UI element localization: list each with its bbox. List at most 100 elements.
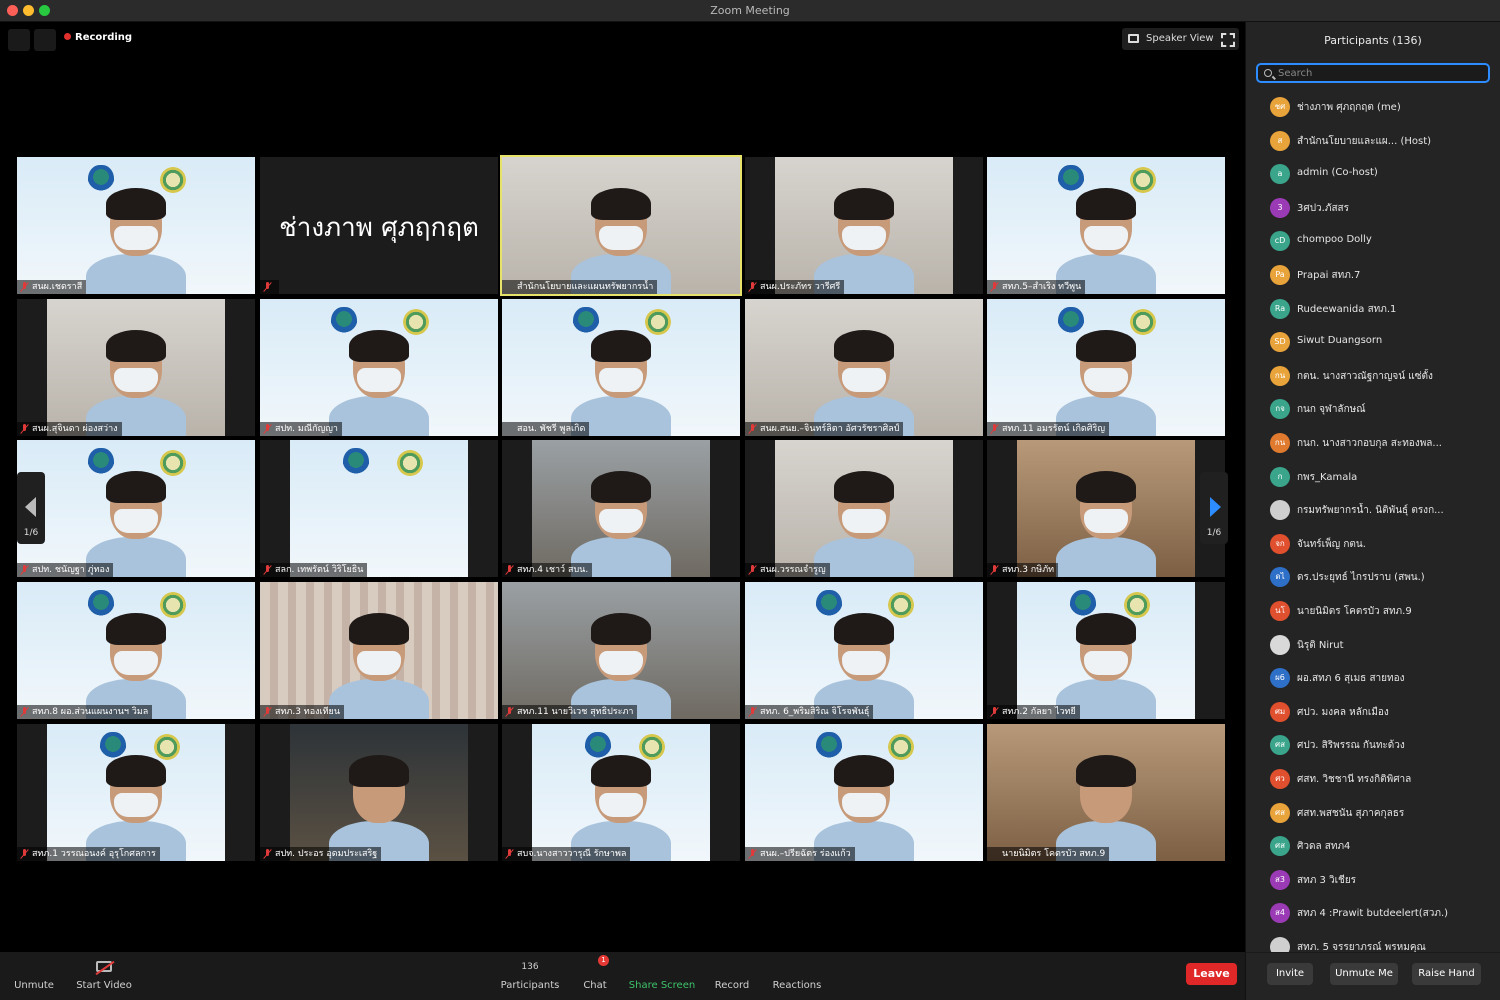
participant-video [987,157,1225,294]
video-tile[interactable]: สทภ.5–สำเริง ทวีพูน [987,157,1225,294]
participant-video [987,724,1225,861]
speaker-view-button[interactable]: Speaker View [1122,28,1222,50]
video-tile[interactable]: สปท. มณีกัญญา [260,299,498,436]
video-tile[interactable]: สนผ.สุจินดา ผ่องสว่าง [17,299,255,436]
participant-row[interactable]: ดไ ดร.ประยุทธ์ ไกรปราบ (สพน.) [1246,562,1500,595]
participants-panel: Participants (136) ชศ ช่างภาพ ศุภฤกฤต (me… [1245,22,1500,1000]
raise-hand-button[interactable]: Raise Hand [1412,963,1481,985]
face-mask-shape [357,368,401,392]
participant-name: chompoo Dolly [1297,234,1372,246]
share-screen-button[interactable]: Share Screen [628,952,696,1000]
video-tile[interactable]: สอน. พัชรี พูลเกิด [502,299,740,436]
participant-row[interactable]: Pa Prapai สทภ.7 [1246,260,1500,293]
video-tile[interactable]: สลก. เทพรัตน์ วิริโยธิน [260,440,498,577]
participant-figure [809,609,919,719]
participant-name: สทภ 3 วิเชียร [1297,874,1357,886]
participant-row[interactable]: cD chompoo Dolly [1246,226,1500,259]
participant-row[interactable]: กน กตน. นางสาวณัฐกาญจน์ แซ่ตั้ง [1246,361,1500,394]
video-tile[interactable]: สทภ.11 อมรรัตน์ เกิดศิริญ [987,299,1225,436]
participant-row[interactable]: ศส ศสท.พสชนัน สุภาคกุลธร [1246,798,1500,831]
participant-figure [81,326,191,436]
participant-name-label: สนผ.สุจินดา ผ่องสว่าง [17,422,122,436]
participant-row[interactable]: จก จันทร์เพ็ญ กตน. [1246,529,1500,562]
start-video-button[interactable]: Start Video [76,952,132,1000]
participant-row[interactable]: ศส ศปว. สิริพรรณ กันทะด้วง [1246,730,1500,763]
hair-shape [591,613,651,645]
meeting-info-icon[interactable] [34,29,56,51]
video-tile[interactable]: ช่างภาพ ศุภฤกฤต [260,157,498,294]
participant-name-label: สลก. เทพรัตน์ วิริโยธิน [260,563,368,577]
record-button[interactable]: Record [712,952,752,1000]
participant-row[interactable]: กรมทรัพยากรน้ำ. นิติพันธุ์ ตรงก... [1246,495,1500,528]
video-tile[interactable]: สทภ.1 วรรณอนงค์ อุรุโกศลการ [17,724,255,861]
video-tile[interactable]: สทภ.11 นายวิเวช สุทธิประภา [502,582,740,719]
hair-shape [106,188,166,220]
participant-row[interactable]: ส สำนักนโยบายและแผ... (Host) [1246,126,1500,159]
video-tile[interactable]: นายนิมิตร โคตรบัว สทภ.9 [987,724,1225,861]
video-tile[interactable]: สทภ.2 กัลยา ไวทยี [987,582,1225,719]
reactions-button[interactable]: Reactions [770,952,824,1000]
participant-row[interactable]: ส3 สทภ 3 วิเชียร [1246,865,1500,898]
chat-button[interactable]: 1 Chat [578,952,612,1000]
participant-figure [81,184,191,294]
participant-row[interactable]: นิรุติ Nirut [1246,630,1500,663]
video-tile[interactable]: สำนักนโยบายและแผนทรัพยากรน้ำ [500,155,742,296]
participant-row[interactable]: กน กนก. นางสาวกอบกุล สะทองพล... [1246,428,1500,461]
participant-row[interactable]: ศว ศสท. วิชชานี ทรงกิติพิศาล [1246,764,1500,797]
previous-page-button[interactable]: 1/6 [17,472,45,544]
next-page-button[interactable]: 1/6 [1200,472,1228,544]
video-tile[interactable]: สนผ.สนย.–จินทร์ลิตา อัศวรัชราศิลป์ [745,299,983,436]
participant-figure [566,609,676,719]
video-tile[interactable]: สทภ. 6_พริมสิริณ จิโรจพันธุ์ [745,582,983,719]
participant-video [987,299,1225,436]
face-mask-shape [599,509,643,533]
video-tile[interactable]: สปท. ประอร อุดมประเสริฐ [260,724,498,861]
participant-row[interactable]: ศส ศิวดล สทภ4 [1246,831,1500,864]
muted-mic-icon [990,707,999,717]
hair-shape [591,330,651,362]
leave-button[interactable]: Leave [1186,963,1237,985]
participant-row[interactable]: 3 3ศปว.ภัสสร [1246,193,1500,226]
video-tile[interactable]: สทภ.3 กษิภัท [987,440,1225,577]
video-tile[interactable]: สนผ.–ปรียฉัตร ร่องแก้ว [745,724,983,861]
participant-row[interactable]: ส4 สทภ 4 :Prawit butdeelert(สวภ.) [1246,898,1500,931]
video-tile[interactable]: สทภ.8 ผอ.ส่วนแผนงานฯ วิมล [17,582,255,719]
participant-row[interactable]: สทภ. 5 จรรยาภรณ์ พรหมคุณ [1246,932,1500,952]
video-tile[interactable]: สนผ.วรรณจำรูญ [745,440,983,577]
video-tile[interactable]: สนผ.ประภัทร วารีศรี [745,157,983,294]
face-mask-shape [1084,651,1128,675]
participant-name: นายนิมิตร โคตรบัว สทภ.9 [1297,606,1412,617]
video-tile[interactable]: สบจ.นางสาววารุณี รักษาพล [502,724,740,861]
participant-name: ช่างภาพ ศุภฤกฤต (me) [1297,102,1401,113]
participant-row[interactable]: นโ นายนิมิตร โคตรบัว สทภ.9 [1246,596,1500,629]
avatar [1270,937,1290,952]
video-tile[interactable]: สทภ.4 เชาว์ สบน. [502,440,740,577]
participant-row[interactable]: a admin (Co-host) [1246,159,1500,192]
avatar: ก [1270,466,1290,487]
avatar: ส4 [1270,903,1290,924]
participant-video [532,440,710,577]
participant-row[interactable]: ก กพร_Kamala [1246,462,1500,495]
participant-row[interactable]: ผ6 ผอ.สทภ 6 สุเมธ สายทอง [1246,663,1500,696]
participant-row[interactable]: ชศ ช่างภาพ ศุภฤกฤต (me) [1246,92,1500,125]
participant-name: สทภ 4 :Prawit butdeelert(สวภ.) [1297,908,1449,920]
participant-row[interactable]: SD Siwut Duangsorn [1246,327,1500,360]
participants-button[interactable]: 136 Participants [500,952,560,1000]
video-tile[interactable]: สปท. ชนัญฐา ภู่ทอง [17,440,255,577]
invite-button[interactable]: Invite [1267,963,1313,985]
participants-list[interactable]: ชศ ช่างภาพ ศุภฤกฤต (me) ส สำนักนโยบายและแผ.… [1246,92,1500,952]
muted-mic-icon [505,707,514,717]
chat-badge: 1 [598,955,609,966]
participant-name-label: สทภ.11 อมรรัตน์ เกิดศิริญ [987,422,1109,436]
unmute-me-button[interactable]: Unmute Me [1330,963,1398,985]
fullscreen-icon[interactable] [1215,28,1239,50]
search-input[interactable] [1278,66,1483,81]
participant-row[interactable]: กจ กนก จุฬาลักษณ์ [1246,394,1500,427]
participant-row[interactable]: ศม ศปว. มงคล หลักเมือง [1246,697,1500,730]
avatar: ชศ [1270,97,1290,117]
video-tile[interactable]: สนผ.เชดราสี [17,157,255,294]
security-shield-icon[interactable] [8,29,30,51]
unmute-button[interactable]: Unmute [8,952,60,1000]
participant-row[interactable]: Ra Rudeewanida สทภ.1 [1246,294,1500,327]
video-tile[interactable]: สทภ.3 ทองเทียน [260,582,498,719]
